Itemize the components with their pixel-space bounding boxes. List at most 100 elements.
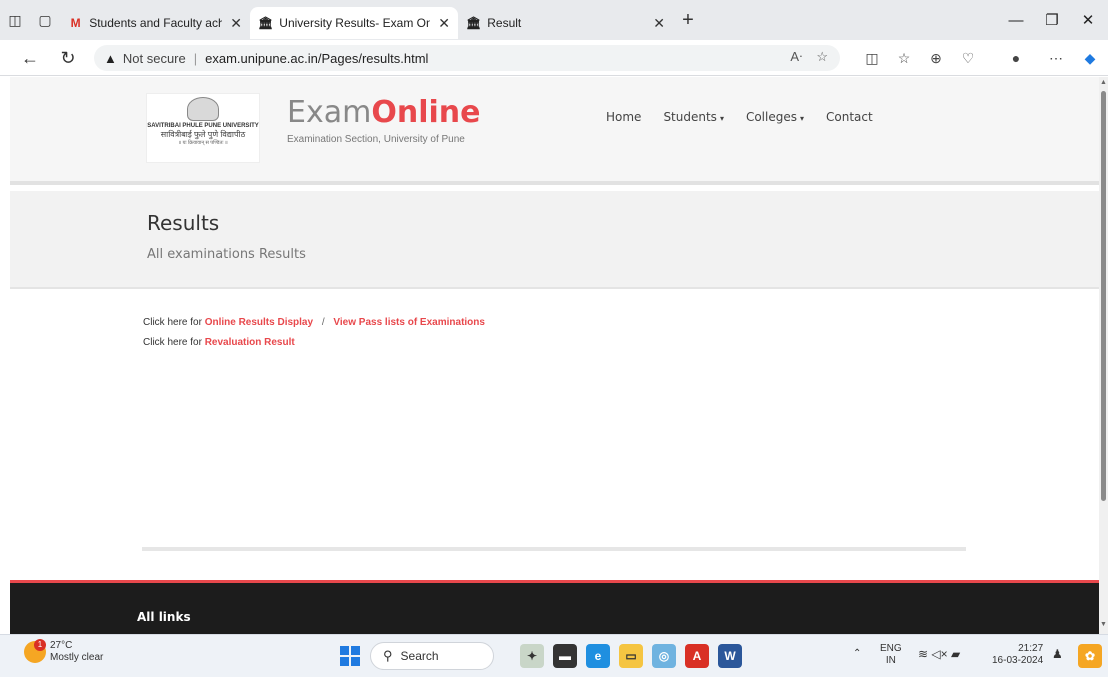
tab-label: University Results- Exam Online, — [279, 16, 431, 30]
results-line-2: Click here for Revaluation Result — [143, 333, 485, 353]
footer-all-links-heading: All links — [137, 610, 191, 624]
word-icon[interactable]: W — [718, 644, 742, 668]
page-title: Results — [147, 211, 220, 235]
tray-overflow-icon[interactable]: ⌃ — [853, 648, 861, 660]
scrollbar-thumb[interactable] — [1101, 91, 1106, 501]
tab-actions-icon[interactable]: ▢ — [30, 0, 60, 40]
online-results-link[interactable]: Online Results Display — [205, 317, 313, 328]
lang-line1: ENG — [880, 643, 902, 654]
browser-tab-strip: ◫ ▢ M Students and Faculty achieveme ✕ 🏛… — [0, 0, 1108, 40]
weather-text: 27°C Mostly clear — [50, 640, 103, 664]
brand-exam: Exam — [287, 95, 372, 130]
read-aloud-icon[interactable]: Aᐧ — [790, 49, 802, 65]
brand-name: ExamOnline — [287, 95, 480, 130]
start-windows-icon[interactable] — [340, 646, 360, 666]
page-viewport: SAVITRIBAI PHULE PUNE UNIVERSITY सावित्र… — [0, 77, 1099, 634]
wifi-volume-battery-icon[interactable]: ≋ ◁× ▰ — [918, 648, 960, 660]
clock[interactable]: 21:27 16-03-2024 — [992, 643, 1043, 667]
tab-label: Students and Faculty achieveme — [89, 16, 223, 30]
widget-app-icon[interactable]: ✦ — [520, 644, 544, 668]
nav-home[interactable]: Home — [606, 110, 641, 124]
collections-icon[interactable]: ⊕ — [924, 48, 948, 68]
task-view-icon[interactable]: ▬ — [553, 644, 577, 668]
windows-taskbar: 1 27°C Mostly clear ⚲ Search ✦ ▬ e ▭ ◎ A… — [0, 634, 1108, 677]
caret-down-icon: ▾ — [719, 114, 724, 123]
search-label: Search — [400, 649, 439, 663]
weather-sun-icon: 1 — [24, 639, 46, 663]
caret-down-icon: ▾ — [799, 114, 804, 123]
split-screen-icon[interactable]: ◫ — [860, 48, 884, 68]
refresh-icon[interactable]: ↻ — [54, 46, 82, 70]
notification-bell-icon[interactable]: ♟ — [1052, 648, 1063, 660]
nav-colleges-label: Colleges — [745, 110, 797, 124]
university-favicon-icon: 🏛 — [466, 16, 482, 30]
language-indicator[interactable]: ENG IN — [880, 643, 902, 667]
nav-students-label: Students — [663, 110, 717, 124]
results-line-1: Click here for Online Results Display / … — [143, 313, 485, 333]
favorites-icon[interactable]: ☆ — [892, 48, 916, 68]
logo-motto: ॥ यः क्रियावान् स पण्डितः ॥ — [178, 140, 228, 146]
nav-colleges[interactable]: Colleges ▾ — [746, 110, 804, 124]
tab-result[interactable]: 🏛 Result ✕ — [458, 7, 673, 39]
warning-icon[interactable]: ▲ — [104, 51, 117, 66]
brand-online: Online — [371, 95, 481, 130]
weather-temp: 27°C — [50, 640, 73, 651]
revaluation-result-link[interactable]: Revaluation Result — [205, 337, 295, 348]
site-footer: All links — [10, 583, 1099, 634]
clock-time: 21:27 — [1018, 643, 1044, 654]
browser-essentials-icon[interactable]: ♡ — [956, 48, 980, 68]
copilot-icon[interactable]: ◆ — [1078, 48, 1102, 68]
address-bar-row: ← ↻ ▲ Not secure | exam.unipune.ac.in/Pa… — [0, 40, 1108, 76]
app-icon[interactable]: ◎ — [652, 644, 676, 668]
tab-label: Result — [487, 16, 522, 30]
click-here-text: Click here for — [143, 337, 202, 348]
site-header: SAVITRIBAI PHULE PUNE UNIVERSITY सावित्र… — [10, 77, 1099, 185]
weather-widget[interactable]: 1 27°C Mostly clear — [24, 639, 103, 664]
tab-university-results[interactable]: 🏛 University Results- Exam Online, ✕ — [250, 7, 458, 39]
link-separator: / — [321, 317, 325, 328]
workspaces-icon[interactable]: ◫ — [0, 0, 30, 40]
profile-icon[interactable]: ● — [1004, 48, 1028, 68]
url-actions: Aᐧ ☆ — [790, 49, 828, 65]
scroll-up-icon[interactable]: ▲ — [1100, 79, 1107, 86]
copilot-taskbar-icon[interactable]: ✿ — [1078, 644, 1102, 668]
search-icon: ⚲ — [383, 648, 393, 663]
restore-icon[interactable]: ❐ — [1034, 0, 1070, 40]
page-subtitle: All examinations Results — [147, 247, 306, 262]
nav-students[interactable]: Students ▾ — [663, 110, 724, 124]
click-here-text: Click here for — [143, 317, 202, 328]
acrobat-reader-icon[interactable]: A — [685, 644, 709, 668]
url-text[interactable]: exam.unipune.ac.in/Pages/results.html — [205, 51, 428, 66]
close-tab-icon[interactable]: ✕ — [438, 15, 450, 32]
gmail-icon: M — [70, 16, 81, 30]
nav-contact[interactable]: Contact — [826, 110, 873, 124]
site-brand[interactable]: ExamOnline Examination Section, Universi… — [287, 95, 480, 145]
new-tab-button[interactable]: + — [673, 0, 703, 40]
favorite-star-icon[interactable]: ☆ — [816, 49, 828, 65]
taskbar-search[interactable]: ⚲ Search — [370, 642, 494, 670]
close-window-icon[interactable]: ✕ — [1070, 0, 1106, 40]
pass-lists-link[interactable]: View Pass lists of Examinations — [333, 317, 485, 328]
minimize-icon[interactable]: — — [998, 0, 1034, 40]
tab-students-faculty[interactable]: M Students and Faculty achieveme ✕ — [60, 7, 250, 39]
university-logo[interactable]: SAVITRIBAI PHULE PUNE UNIVERSITY सावित्र… — [146, 93, 260, 163]
content-divider — [142, 547, 966, 551]
notification-badge: 1 — [34, 639, 46, 651]
close-tab-icon[interactable]: ✕ — [653, 15, 665, 32]
logo-text-marathi: सावित्रीबाई फुले पुणे विद्यापीठ — [160, 130, 246, 139]
back-icon[interactable]: ← — [16, 46, 44, 70]
main-nav: Home Students ▾ Colleges ▾ Contact — [606, 110, 873, 124]
page-scrollbar[interactable]: ▲ ▼ — [1099, 77, 1108, 634]
more-menu-icon[interactable]: ⋯ — [1044, 48, 1068, 68]
close-tab-icon[interactable]: ✕ — [230, 15, 242, 32]
page-title-band: Results All examinations Results — [10, 191, 1099, 289]
weather-condition: Mostly clear — [50, 652, 104, 663]
address-bar[interactable]: ▲ Not secure | exam.unipune.ac.in/Pages/… — [94, 45, 840, 71]
scroll-down-icon[interactable]: ▼ — [1100, 621, 1107, 628]
edge-browser-icon[interactable]: e — [586, 644, 610, 668]
url-separator: | — [193, 50, 198, 66]
security-label[interactable]: Not secure — [123, 51, 186, 66]
university-favicon-icon: 🏛 — [258, 16, 274, 30]
file-explorer-icon[interactable]: ▭ — [619, 644, 643, 668]
university-emblem-icon — [187, 97, 219, 121]
